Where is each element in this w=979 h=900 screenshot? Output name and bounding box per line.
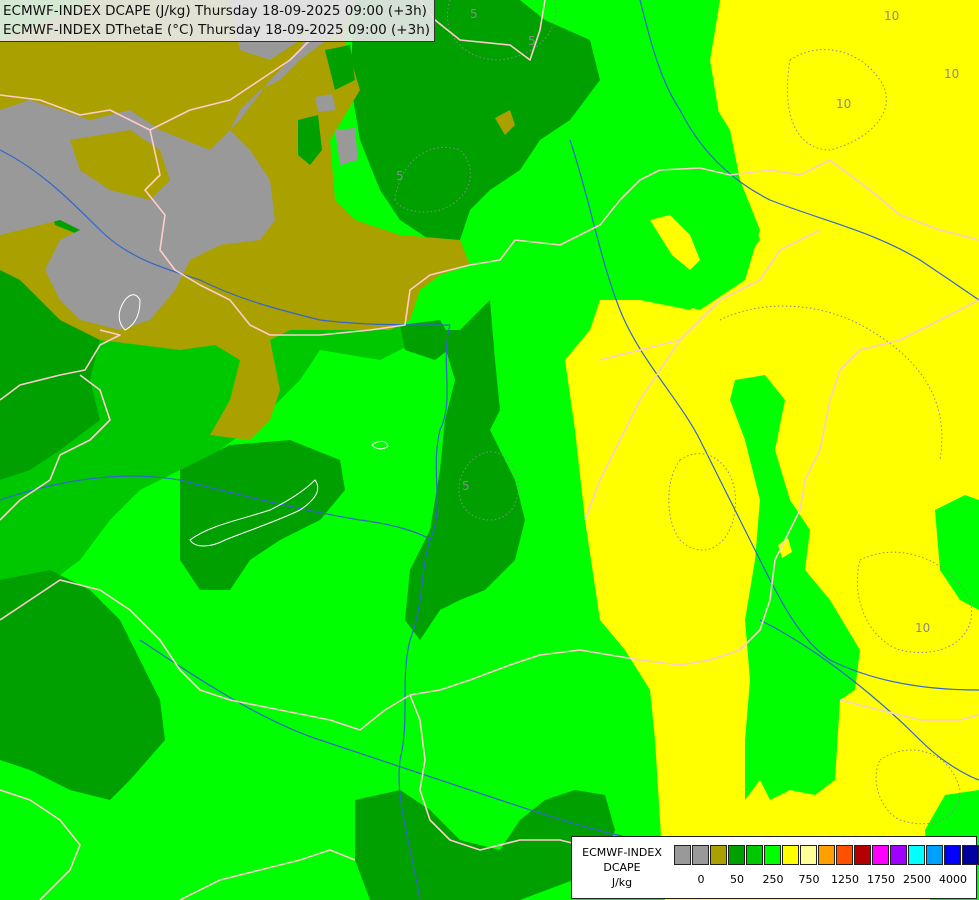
contour-label: 5 xyxy=(470,7,478,21)
legend-swatch xyxy=(692,845,709,865)
color-legend: ECMWF-INDEX DCAPE J/kg 0 50 250 750 1250 1750… xyxy=(571,836,979,899)
legend-swatch xyxy=(746,845,763,865)
legend-swatch xyxy=(926,845,943,865)
legend-swatch xyxy=(710,845,727,865)
contour-label: 5 xyxy=(396,169,404,183)
legend-swatch xyxy=(872,845,889,865)
legend-tick-label: 0 xyxy=(697,873,705,886)
legend-tick-label: 750 xyxy=(798,873,820,886)
legend-swatch xyxy=(782,845,799,865)
contour-label: 10 xyxy=(884,9,899,23)
legend-tick-label: 250 xyxy=(762,873,784,886)
legend-swatch xyxy=(836,845,853,865)
legend-title: ECMWF-INDEX DCAPE J/kg xyxy=(572,837,672,898)
forecast-map: 5 5 5 5 10 10 10 10 xyxy=(0,0,979,900)
legend-swatch xyxy=(764,845,781,865)
contour-label: 5 xyxy=(528,34,536,48)
legend-swatch xyxy=(854,845,871,865)
legend-variable: DCAPE xyxy=(603,861,641,874)
title-line-dcape: ECMWF-INDEX DCAPE (J/kg) Thursday 18-09-… xyxy=(3,3,427,19)
legend-tick-label: 2500 xyxy=(903,873,931,886)
contour-label: 10 xyxy=(915,621,930,635)
legend-unit: J/kg xyxy=(611,876,633,889)
legend-ticks: 0 50 250 750 1250 1750 2500 4000 xyxy=(674,873,974,887)
legend-swatch xyxy=(890,845,907,865)
legend-tick-label: 50 xyxy=(730,873,744,886)
legend-swatch xyxy=(674,845,691,865)
map-title: ECMWF-INDEX DCAPE (J/kg) Thursday 18-09-… xyxy=(0,0,436,42)
legend-swatches xyxy=(674,845,979,867)
legend-swatch xyxy=(944,845,961,865)
legend-swatch xyxy=(962,845,979,865)
contour-label: 10 xyxy=(836,97,851,111)
contour-label: 5 xyxy=(462,479,470,493)
legend-model: ECMWF-INDEX xyxy=(582,846,662,859)
legend-tick-label: 4000 xyxy=(939,873,967,886)
legend-swatch xyxy=(818,845,835,865)
contour-label: 10 xyxy=(944,67,959,81)
legend-swatch xyxy=(800,845,817,865)
legend-tick-label: 1250 xyxy=(831,873,859,886)
legend-swatch xyxy=(728,845,745,865)
title-line-dthetae: ECMWF-INDEX DThetaE (°C) Thursday 18-09-… xyxy=(3,22,431,38)
legend-swatch xyxy=(908,845,925,865)
legend-tick-label: 1750 xyxy=(867,873,895,886)
